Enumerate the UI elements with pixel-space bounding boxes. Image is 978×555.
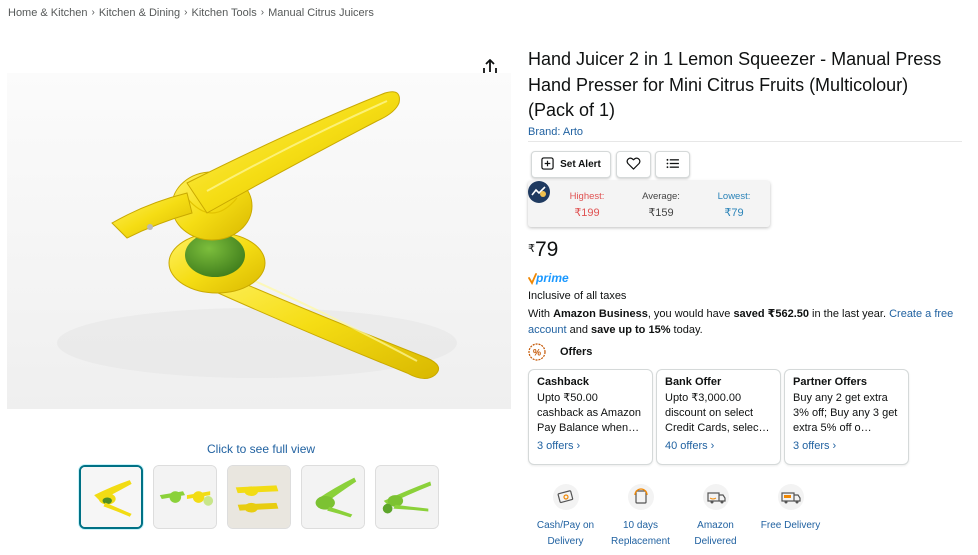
offer-card-link[interactable]: 3 offers › xyxy=(537,440,644,452)
feature-label: Cash/Pay on Delivery xyxy=(536,520,595,547)
business-text: , you would have xyxy=(647,308,734,320)
list-button[interactable] xyxy=(655,151,690,178)
prime-badge: prime xyxy=(528,271,574,287)
currency-symbol: ₹ xyxy=(528,243,535,255)
offer-card-title: Cashback xyxy=(537,376,589,388)
amazon-business-promo: With Amazon Business, you would have sav… xyxy=(528,306,968,338)
plus-square-icon xyxy=(541,156,554,173)
average-label: Average: xyxy=(642,191,680,202)
prime-label: prime xyxy=(535,271,569,285)
wishlist-button[interactable] xyxy=(616,151,651,178)
cash-on-delivery-icon xyxy=(552,483,580,511)
feature-replacement[interactable]: 10 days Replacement xyxy=(603,483,678,550)
offer-card-title: Bank Offer xyxy=(665,376,722,388)
thumbnail-image-4[interactable] xyxy=(301,465,365,529)
feature-amazon-delivered[interactable]: Amazon Delivered xyxy=(678,483,753,550)
offer-card-cashback[interactable]: Cashback Upto ₹50.00 cashback as Amazon … xyxy=(528,369,653,465)
highest-label: Highest: xyxy=(569,191,605,202)
set-alert-label: Set Alert xyxy=(560,159,601,170)
set-alert-button[interactable]: Set Alert xyxy=(531,151,611,178)
price-history-highest: Highest: ₹199 xyxy=(557,191,617,219)
main-product-image[interactable] xyxy=(7,73,511,409)
price-history-widget[interactable]: Highest: ₹199 Average: ₹159 Lowest: ₹79 xyxy=(528,181,770,227)
business-name: Amazon Business xyxy=(553,308,648,320)
lowest-label: Lowest: xyxy=(717,191,751,202)
thumbnail-image-3[interactable] xyxy=(227,465,291,529)
offer-card-description: Upto ₹50.00 cashback as Amazon Pay Balan… xyxy=(537,392,641,434)
offer-card-partner-offers[interactable]: Partner Offers Buy any 2 get extra 3% of… xyxy=(784,369,909,465)
business-text: With xyxy=(528,308,554,320)
offer-card-link[interactable]: 40 offers › xyxy=(665,440,772,452)
offers-heading: % Offers xyxy=(528,343,592,361)
offer-card-description: Buy any 2 get extra 3% off; Buy any 3 ge… xyxy=(793,392,898,434)
price-history-average: Average: ₹159 xyxy=(631,191,691,219)
breadcrumb-citrus-juicers[interactable]: Manual Citrus Juicers xyxy=(268,7,374,19)
feature-label: Amazon Delivered xyxy=(694,520,737,547)
offer-card-link[interactable]: 3 offers › xyxy=(793,440,900,452)
breadcrumb: Home & Kitchen › Kitchen & Dining › Kitc… xyxy=(8,7,374,19)
list-icon xyxy=(666,158,679,172)
svg-text:%: % xyxy=(533,348,541,358)
amazon-delivered-icon xyxy=(702,483,730,511)
lowest-value: ₹79 xyxy=(724,207,744,219)
thumbnail-image-5[interactable] xyxy=(375,465,439,529)
divider xyxy=(528,141,962,142)
breadcrumb-separator: › xyxy=(184,7,188,18)
offer-percent-icon: % xyxy=(528,343,546,361)
offer-card-title: Partner Offers xyxy=(793,376,867,388)
business-save-up: save up to 15% xyxy=(591,324,671,336)
breadcrumb-separator: › xyxy=(91,7,95,18)
feature-free-delivery[interactable]: Free Delivery xyxy=(753,483,828,550)
brand-link[interactable]: Brand: Arto xyxy=(528,126,583,138)
free-delivery-icon xyxy=(777,483,805,511)
thumbnail-image-1[interactable] xyxy=(79,465,143,529)
inclusive-taxes: Inclusive of all taxes xyxy=(528,290,627,302)
delivery-features: Cash/Pay on Delivery 10 days Replacement… xyxy=(528,483,828,550)
offer-card-description: Upto ₹3,000.00 discount on select Credit… xyxy=(665,392,770,434)
business-saved: saved ₹562.50 xyxy=(733,308,809,320)
full-view-link[interactable]: Click to see full view xyxy=(207,442,315,456)
average-value: ₹159 xyxy=(648,207,674,219)
business-text: and xyxy=(566,324,591,336)
price: ₹ 79 xyxy=(528,238,558,262)
highest-value: ₹199 xyxy=(574,207,600,219)
feature-label: 10 days Replacement xyxy=(611,520,670,547)
price-history-lowest: Lowest: ₹79 xyxy=(704,191,764,219)
feature-label: Free Delivery xyxy=(760,520,821,531)
business-text: today. xyxy=(670,324,703,336)
heart-icon xyxy=(626,157,641,173)
replacement-icon xyxy=(627,483,655,511)
price-amount: 79 xyxy=(535,238,559,261)
breadcrumb-kitchen-tools[interactable]: Kitchen Tools xyxy=(192,7,257,19)
feature-cash-on-delivery[interactable]: Cash/Pay on Delivery xyxy=(528,483,603,550)
product-title: Hand Juicer 2 in 1 Lemon Squeezer - Manu… xyxy=(528,49,942,120)
business-text: in the last year. xyxy=(808,308,890,320)
thumbnail-strip xyxy=(79,465,439,529)
breadcrumb-kitchen-dining[interactable]: Kitchen & Dining xyxy=(99,7,180,19)
offer-card-bank-offer[interactable]: Bank Offer Upto ₹3,000.00 discount on se… xyxy=(656,369,781,465)
offers-label: Offers xyxy=(560,346,593,358)
price-tracker-logo-icon xyxy=(528,181,550,203)
breadcrumb-home-kitchen[interactable]: Home & Kitchen xyxy=(8,7,87,19)
breadcrumb-separator: › xyxy=(260,7,265,18)
thumbnail-image-2[interactable] xyxy=(153,465,217,529)
